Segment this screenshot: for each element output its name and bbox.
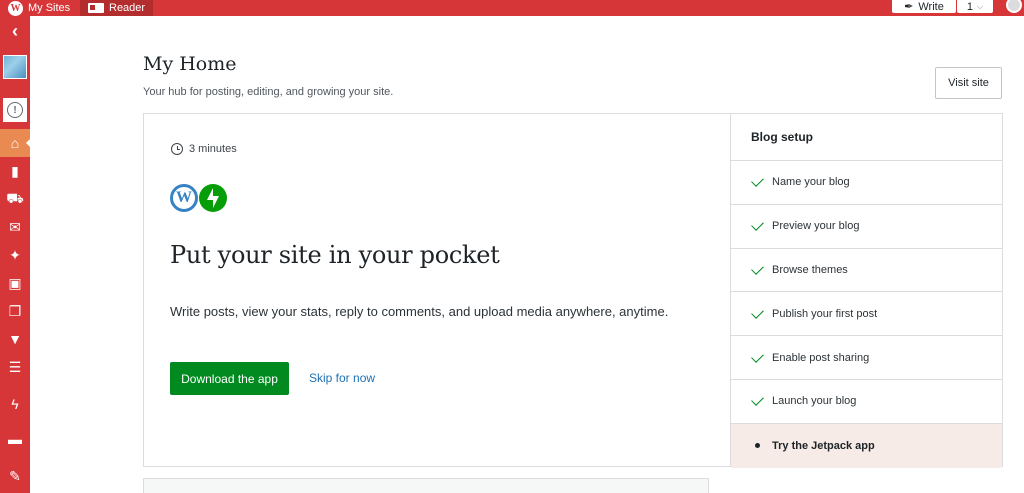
site-alert-button[interactable]: ! <box>3 98 27 122</box>
tools-icon: ✎ <box>9 467 21 484</box>
home-icon: ⌂ <box>10 135 20 151</box>
checklist-item[interactable]: Launch your blog <box>731 380 1002 424</box>
page-subtitle: Your hub for posting, editing, and growi… <box>143 86 394 98</box>
sidebar-item-media[interactable]: ▣ <box>0 269 30 297</box>
time-estimate-label: 3 minutes <box>189 143 237 155</box>
checklist-item[interactable]: Preview your blog <box>731 205 1002 249</box>
promo-heading: Put your site in your pocket <box>170 241 500 269</box>
app-promo-content: 3 minutes W Put your site in your pocket… <box>144 114 730 466</box>
masterbar: W My Sites Reader ✒ Write 1 ⌵ <box>0 0 1024 16</box>
checkmark-icon <box>751 305 764 319</box>
checklist-item-label: Name your blog <box>772 176 850 189</box>
sidebar-item-stats[interactable]: ▮ <box>0 157 30 185</box>
checklist-item-current[interactable]: Try the Jetpack app <box>731 423 1002 468</box>
mail-icon: ✉ <box>9 218 21 235</box>
pin-icon: ✦ <box>9 246 21 263</box>
feedback-icon: ☰ <box>8 358 22 375</box>
reader-button[interactable]: Reader <box>80 0 154 16</box>
stats-icon: ▮ <box>11 162 19 179</box>
visit-site-button[interactable]: Visit site <box>935 67 1002 99</box>
reader-icon <box>88 3 104 13</box>
sidebar-item-tools[interactable]: ✎ <box>0 462 30 490</box>
time-estimate: 3 minutes <box>171 143 237 155</box>
page-title: My Home <box>143 53 237 75</box>
checkmark-icon <box>751 349 764 363</box>
checklist-title: Blog setup <box>731 114 1002 161</box>
comments-icon: ▼ <box>8 331 22 347</box>
blog-setup-checklist: Blog setup Name your blog Preview your b… <box>730 114 1002 468</box>
checklist-item-label: Launch your blog <box>772 395 857 408</box>
jetpack-logo-icon <box>199 184 227 212</box>
cart-icon: ⛟ <box>6 189 24 206</box>
download-app-button[interactable]: Download the app <box>170 362 289 395</box>
sidebar-item-jetpack[interactable]: ϟ <box>0 390 30 418</box>
site-thumbnail[interactable] <box>3 55 27 79</box>
sidebar-item-home[interactable]: ⌂ <box>0 129 31 157</box>
app-logos: W <box>170 184 227 212</box>
checkmark-icon <box>751 393 764 407</box>
sidebar-item-comments[interactable]: ▼ <box>0 325 30 353</box>
sidebar-item-woocommerce[interactable]: ▬ <box>0 425 30 453</box>
notifications-button[interactable]: 1 ⌵ <box>957 0 993 13</box>
alert-icon: ! <box>7 102 23 118</box>
jetpack-icon: ϟ <box>11 396 19 412</box>
checklist-item[interactable]: Name your blog <box>731 161 1002 205</box>
chevron-down-icon: ⌵ <box>977 1 984 11</box>
checklist-item-label: Enable post sharing <box>772 351 870 364</box>
checklist-item[interactable]: Browse themes <box>731 249 1002 293</box>
user-avatar[interactable] <box>1006 0 1022 13</box>
checkmark-icon <box>751 218 764 232</box>
sidebar-item-store[interactable]: ⛟ <box>0 185 30 213</box>
write-label: Write <box>918 0 944 13</box>
checklist-item[interactable]: Publish your first post <box>731 292 1002 337</box>
pen-icon: ✒ <box>904 1 914 13</box>
checkmark-icon <box>751 174 764 188</box>
write-button[interactable]: ✒ Write <box>892 0 956 13</box>
promo-description: Write posts, view your stats, reply to c… <box>170 304 669 319</box>
sidebar-item-pages[interactable]: ❐ <box>0 297 30 325</box>
wordpress-logo-icon: W <box>170 184 198 212</box>
sidebar-item-posts[interactable]: ✦ <box>0 241 30 269</box>
checklist-item-label: Publish your first post <box>772 307 878 320</box>
sidebar-item-feedback[interactable]: ☰ <box>0 353 30 381</box>
checkmark-icon <box>751 262 764 275</box>
app-promo-card: 3 minutes W Put your site in your pocket… <box>143 113 1003 468</box>
current-step-dot-icon <box>755 443 760 449</box>
media-icon: ▣ <box>8 274 22 291</box>
checklist-item-label: Browse themes <box>772 263 848 276</box>
my-sites-label: My Sites <box>28 2 71 14</box>
checklist-item-label: Preview your blog <box>772 220 860 233</box>
woo-icon: ▬ <box>8 431 22 447</box>
next-card-partial <box>143 478 709 493</box>
sidebar: ‹ ! ⌂ ▮ ⛟ ✉ ✦ ▣ ❐ ▼ ☰ ϟ ▬ ✎ <box>0 16 31 493</box>
sidebar-item-mail[interactable]: ✉ <box>0 213 30 241</box>
pages-icon: ❐ <box>8 302 22 319</box>
checklist-item[interactable]: Enable post sharing <box>731 336 1002 380</box>
my-sites-button[interactable]: W My Sites <box>8 0 70 16</box>
notification-count: 1 <box>966 0 974 13</box>
wordpress-logo-icon: W <box>8 0 23 16</box>
clock-icon <box>171 143 183 155</box>
skip-for-now-link[interactable]: Skip for now <box>309 371 375 385</box>
reader-label: Reader <box>109 2 146 14</box>
collapse-sidebar-icon[interactable]: ‹ <box>0 17 30 45</box>
checklist-item-label: Try the Jetpack app <box>772 439 875 452</box>
